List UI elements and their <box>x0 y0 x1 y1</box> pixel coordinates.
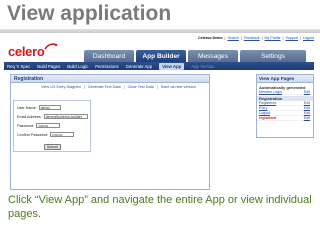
current-page-link[interactable]: registered <box>259 116 276 120</box>
slide-title: View application <box>7 2 172 25</box>
confirm-password-row: Confirm Password: •••••••• <box>17 132 75 137</box>
panel-toolbar: View UX Entry Diagram | Generate Text Da… <box>11 83 209 90</box>
edit-link[interactable]: Edit <box>304 111 310 115</box>
separator: | <box>261 36 263 40</box>
confirm-password-label: Confirm Password: <box>17 132 49 137</box>
tab-app-builder[interactable]: App Builder <box>136 50 186 62</box>
list-item: registered Edit <box>257 116 313 121</box>
list-item: Member Login Edit <box>257 90 313 95</box>
tab-settings[interactable]: Settings <box>240 50 306 62</box>
search-link[interactable]: Search <box>227 36 238 40</box>
tab-dashboard[interactable]: Dashboard <box>84 50 134 62</box>
generate-test-data-link[interactable]: Generate Text Data <box>88 85 121 89</box>
save-new-version-link[interactable]: Save as new version <box>161 85 196 89</box>
user-name-label: User Name: <box>17 105 37 110</box>
email-input[interactable]: demo@celeroo-builder <box>43 114 88 119</box>
registration-form: User Name: demo Email Address: demo@cele… <box>13 100 91 152</box>
page-link[interactable]: Entry <box>259 106 267 110</box>
top-links: Celeroo Demo | Search | Feedback | My Pr… <box>198 36 314 40</box>
separator: | <box>83 84 85 89</box>
slide-caption: Click “View App” and navigate the entire… <box>8 194 312 220</box>
support-link[interactable]: Support <box>285 36 298 40</box>
subnav-req-spec[interactable]: Req 'n Spec <box>7 64 30 69</box>
feedback-link[interactable]: Feedback <box>244 36 260 40</box>
page-link[interactable]: Logout <box>259 111 270 115</box>
subnav-build-pages[interactable]: Build Pages <box>37 64 60 69</box>
email-label: Email Address: <box>17 114 42 119</box>
celeroo-logo[interactable]: celero <box>8 43 58 59</box>
registration-panel: Registration View UX Entry Diagram | Gen… <box>10 74 210 190</box>
edit-link[interactable]: Edit <box>304 106 310 110</box>
separator: | <box>156 84 158 89</box>
clear-test-data-link[interactable]: Clear Test Data <box>128 85 154 89</box>
user-name-input[interactable]: demo <box>38 105 61 110</box>
logo-swoosh-icon <box>44 43 58 50</box>
confirm-password-input[interactable]: •••••••• <box>50 132 75 137</box>
tab-messages[interactable]: Messages <box>188 50 238 62</box>
subnav-generate-app[interactable]: Generate App <box>126 64 153 69</box>
page-link[interactable]: Member Login <box>259 90 282 94</box>
subnav-permissions[interactable]: Permissions <box>95 64 118 69</box>
email-row: Email Address: demo@celeroo-builder <box>17 114 88 119</box>
separator: | <box>123 84 125 89</box>
separator: | <box>300 36 301 40</box>
user-name: Celeroo Demo <box>198 36 223 40</box>
logout-link[interactable]: Logout <box>303 36 314 40</box>
password-label: Password: <box>17 123 35 128</box>
side-panel-title: View App Pages <box>257 75 313 83</box>
separator: | <box>240 36 242 40</box>
separator: | <box>282 36 284 40</box>
subnav-app-version[interactable]: App Version <box>191 64 214 69</box>
separator: | <box>224 36 226 40</box>
view-ux-diagram-link[interactable]: View UX Entry Diagram <box>41 85 81 89</box>
page-link[interactable]: Registered <box>259 101 276 105</box>
main-tabs: Dashboard App Builder Messages Settings <box>84 50 306 62</box>
password-row: Password: •••••••• <box>17 123 61 128</box>
registration-title: Registration <box>11 75 209 83</box>
edit-link[interactable]: Edit <box>304 90 310 94</box>
submit-button[interactable]: Submit <box>44 144 61 150</box>
title-divider <box>0 29 320 33</box>
profile-link[interactable]: My Profile <box>265 36 281 40</box>
app-screenshot: Celeroo Demo | Search | Feedback | My Pr… <box>2 34 316 190</box>
logo-text: celero <box>8 44 45 59</box>
view-app-pages-panel: View App Pages Automatically generated M… <box>256 74 314 138</box>
edit-link[interactable]: Edit <box>304 116 310 120</box>
edit-link[interactable]: Edit <box>304 101 310 105</box>
subnav-build-logic[interactable]: Build Logic <box>67 64 88 69</box>
user-name-row: User Name: demo <box>17 105 61 110</box>
password-input[interactable]: •••••••• <box>36 123 61 128</box>
sub-nav: Req 'n Spec Build Pages Build Logic Perm… <box>4 62 314 70</box>
subnav-view-app[interactable]: View App <box>159 62 185 70</box>
